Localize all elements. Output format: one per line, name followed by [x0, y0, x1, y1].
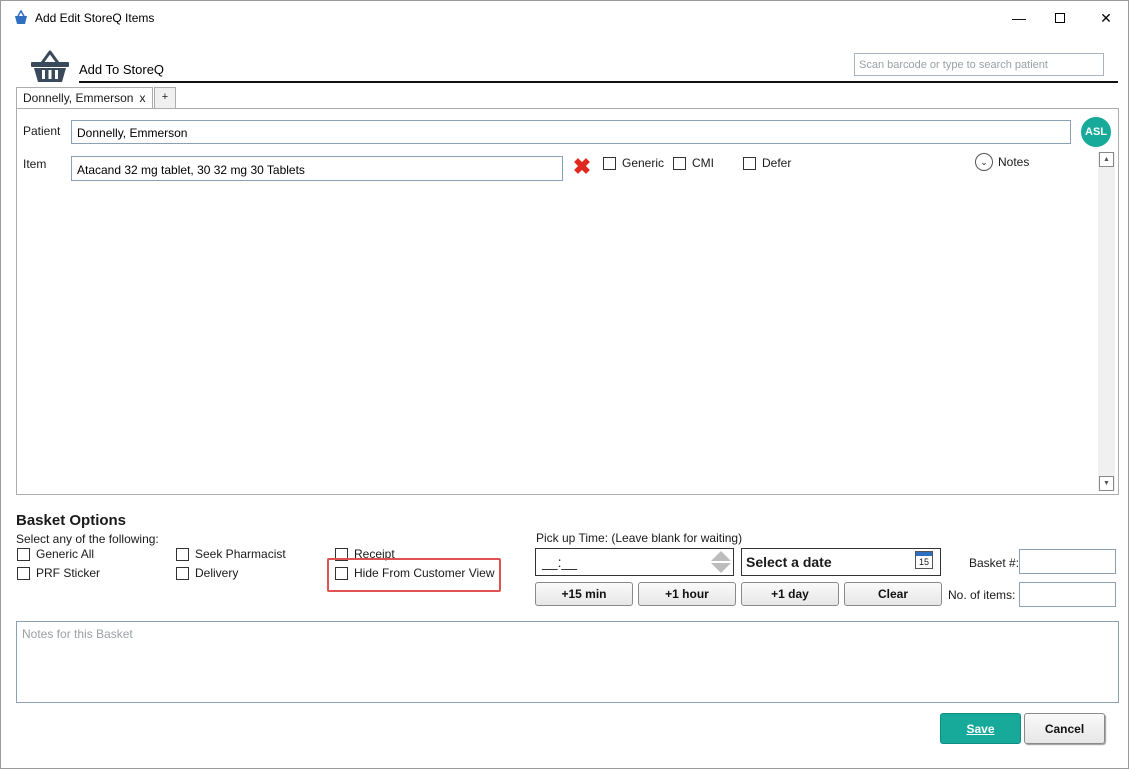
- checkbox-box: [603, 156, 616, 170]
- page-title: Add To StoreQ: [79, 62, 165, 77]
- checkbox-label: Generic: [622, 156, 665, 170]
- defer-checkbox[interactable]: Defer: [743, 156, 791, 170]
- plus-1-day-button[interactable]: +1 day: [741, 582, 839, 606]
- header-divider: [79, 81, 1118, 83]
- basket-options-subtitle: Select any of the following:: [16, 532, 159, 546]
- number-of-items-input[interactable]: [1019, 582, 1116, 607]
- user-avatar[interactable]: ASL: [1081, 117, 1111, 147]
- checkbox-box: [743, 156, 756, 170]
- item-scrollbar[interactable]: ▲ ▼: [1098, 152, 1115, 491]
- cancel-button[interactable]: Cancel: [1024, 713, 1105, 744]
- maximize-button[interactable]: [1037, 1, 1083, 35]
- spinner-up-icon[interactable]: [711, 551, 731, 561]
- close-window-button[interactable]: ✕: [1083, 1, 1129, 35]
- checkbox-box: [673, 156, 686, 170]
- window-title: Add Edit StoreQ Items: [35, 11, 155, 25]
- patient-field[interactable]: Donnelly, Emmerson: [71, 120, 1071, 144]
- checkbox-box: [17, 566, 30, 580]
- app-basket-icon: [15, 10, 27, 24]
- patient-search-input[interactable]: [854, 53, 1104, 76]
- remove-item-icon[interactable]: ✖: [571, 156, 593, 178]
- notes-toggle[interactable]: ⌄ Notes: [975, 153, 1029, 171]
- checkbox-label: Generic All: [36, 547, 95, 561]
- close-icon: ✕: [1100, 9, 1112, 26]
- save-button[interactable]: Save: [940, 713, 1021, 744]
- title-bar: Add Edit StoreQ Items — ✕: [1, 1, 1128, 35]
- pickup-date-picker[interactable]: Select a date: [741, 548, 941, 576]
- prf-sticker-checkbox[interactable]: PRF Sticker: [17, 566, 100, 580]
- basket-icon: [31, 50, 69, 82]
- notes-toggle-label: Notes: [998, 155, 1030, 169]
- cmi-checkbox[interactable]: CMI: [673, 156, 714, 170]
- number-of-items-label: No. of items:: [948, 588, 1016, 602]
- checkbox-label: Defer: [762, 156, 792, 170]
- checkbox-box: [17, 547, 30, 561]
- tab-label: Donnelly, Emmerson: [23, 91, 134, 105]
- item-label: Item: [23, 157, 47, 171]
- maximize-icon: [1055, 13, 1065, 23]
- minimize-icon: —: [1012, 10, 1026, 26]
- spinner-down-icon[interactable]: [711, 563, 731, 573]
- pickup-time-input[interactable]: __:__: [535, 548, 734, 576]
- checkbox-label: PRF Sticker: [36, 566, 101, 580]
- checkbox-box: [176, 566, 189, 580]
- calendar-icon[interactable]: 15: [915, 551, 933, 569]
- plus-1-hour-button[interactable]: +1 hour: [638, 582, 736, 606]
- add-tab-button[interactable]: +: [154, 87, 176, 109]
- dialog-window: Add Edit StoreQ Items — ✕ Add To StoreQ …: [0, 0, 1129, 769]
- generic-checkbox[interactable]: Generic: [603, 156, 664, 170]
- checkbox-label: CMI: [692, 156, 714, 170]
- scroll-down-icon[interactable]: ▼: [1099, 476, 1114, 491]
- patient-label: Patient: [23, 124, 61, 138]
- generic-all-checkbox[interactable]: Generic All: [17, 547, 94, 561]
- tab-close-button[interactable]: x: [139, 91, 145, 105]
- basket-number-label: Basket #:: [969, 556, 1020, 570]
- basket-options-title: Basket Options: [16, 512, 127, 529]
- checkbox-box: [176, 547, 189, 561]
- item-field[interactable]: Atacand 32 mg tablet, 30 32 mg 30 Tablet…: [71, 156, 563, 181]
- seek-pharmacist-checkbox[interactable]: Seek Pharmacist: [176, 547, 286, 561]
- minimize-button[interactable]: —: [996, 1, 1042, 35]
- clear-time-button[interactable]: Clear: [844, 582, 942, 606]
- pickup-time-label: Pick up Time: (Leave blank for waiting): [536, 531, 743, 545]
- tab-patient[interactable]: Donnelly, Emmerson x: [16, 87, 153, 109]
- scroll-up-icon[interactable]: ▲: [1099, 152, 1114, 167]
- checkbox-label: Seek Pharmacist: [195, 547, 286, 561]
- chevron-down-icon: ⌄: [975, 153, 993, 171]
- plus-15-min-button[interactable]: +15 min: [535, 582, 633, 606]
- highlight-box: [327, 558, 501, 592]
- basket-number-input[interactable]: [1019, 549, 1116, 574]
- basket-notes-input[interactable]: [16, 621, 1119, 703]
- time-spinner[interactable]: [711, 551, 731, 573]
- checkbox-label: Delivery: [195, 566, 239, 580]
- delivery-checkbox[interactable]: Delivery: [176, 566, 238, 580]
